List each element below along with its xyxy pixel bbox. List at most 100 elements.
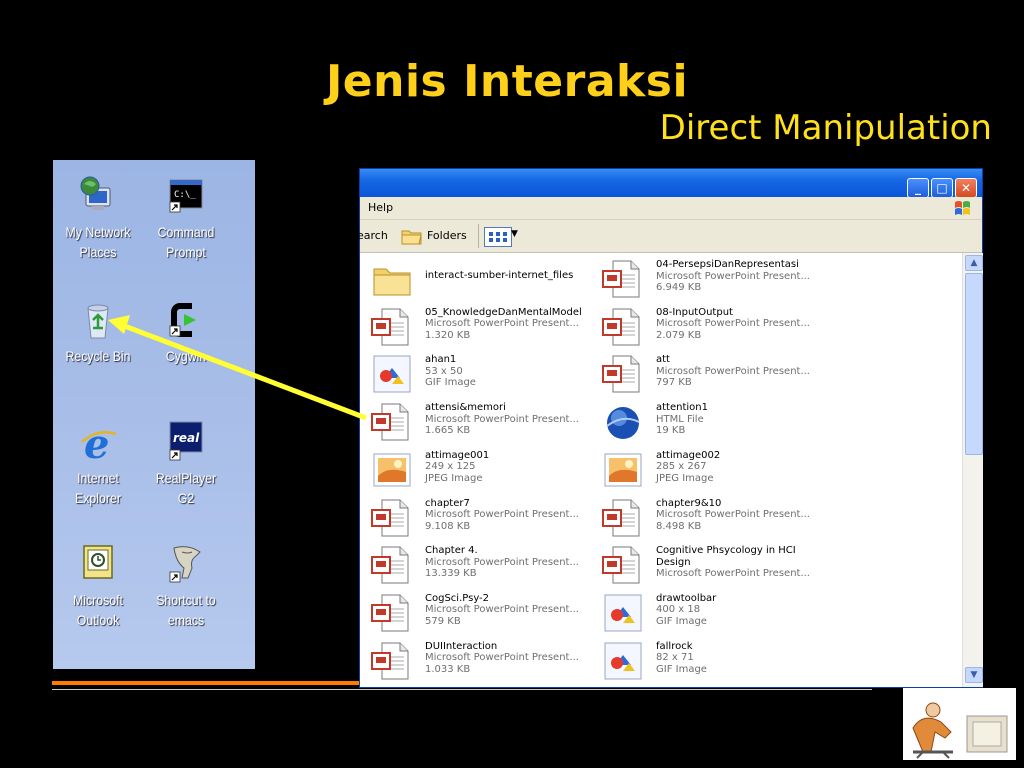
desktop-icon-recycle-bin[interactable]: Recycle Bin <box>53 298 143 366</box>
toolbar-separator <box>478 224 479 248</box>
file-text: att Microsoft PowerPoint Present... 797 KB <box>656 354 828 389</box>
file-name: 08-InputOutput <box>656 306 733 318</box>
file-name: Chapter 4. <box>425 545 478 557</box>
views-button[interactable] <box>484 227 512 247</box>
file-name: ahan1 <box>425 354 457 366</box>
file-item[interactable]: fallrock 82 x 71 GIF Image <box>591 638 816 684</box>
file-item[interactable]: Cognitive Phsycology in HCI Design Microso… <box>591 542 816 588</box>
file-text: 08-InputOutput Microsoft PowerPoint Prese… <box>656 307 828 342</box>
file-detail: 1.033 KB <box>425 663 471 675</box>
file-detail: Microsoft PowerPoint Present... <box>425 604 579 616</box>
gif-file-icon <box>601 593 645 633</box>
file-detail: Design <box>656 556 691 568</box>
ppt-file-icon <box>370 402 414 442</box>
file-item[interactable]: DUIInteraction Microsoft PowerPoint Prese… <box>360 638 585 684</box>
file-item[interactable]: attimage002 285 x 267 JPEG Image <box>591 447 816 493</box>
desktop-icon-outlook[interactable]: Microsoft Outlook <box>53 542 143 630</box>
vertical-scrollbar[interactable]: ▲ ▼ <box>962 253 983 687</box>
minimize-button[interactable]: _ <box>907 178 929 198</box>
desktop-icon-command-prompt[interactable]: C:\_ Command Prompt <box>141 174 231 262</box>
chevron-down-icon: ▼ <box>970 670 978 680</box>
menu-bar: Help <box>360 197 982 220</box>
command-prompt-icon: C:\_ <box>164 174 208 218</box>
chevron-down-icon[interactable]: ▼ <box>511 229 518 239</box>
file-detail: HTML File <box>656 413 704 425</box>
file-name: interact-sumber-internet_files <box>425 270 574 281</box>
file-item[interactable]: chapter9&10 Microsoft PowerPoint Present.… <box>591 495 816 541</box>
gif-file-icon <box>370 354 414 394</box>
file-detail: Microsoft PowerPoint Present... <box>656 270 810 282</box>
desktop-icon-network-places[interactable]: My Network Places <box>53 174 143 262</box>
file-item[interactable]: attention1 HTML File 19 KB <box>591 399 816 445</box>
file-text: interact-sumber-internet_files <box>425 270 597 282</box>
divider-thin-line <box>52 689 872 690</box>
file-item[interactable]: 08-InputOutput Microsoft PowerPoint Prese… <box>591 304 816 350</box>
file-item[interactable]: attimage001 249 x 125 JPEG Image <box>360 447 585 493</box>
cygwin-icon <box>164 298 208 342</box>
explorer-window[interactable]: _ □ ✕ Help earch Folders ▼ interact-sumb… <box>357 168 983 688</box>
scroll-up-button[interactable]: ▲ <box>965 255 983 271</box>
window-titlebar[interactable]: _ □ ✕ <box>360 169 982 198</box>
menu-help[interactable]: Help <box>368 201 393 214</box>
file-detail: 9.108 KB <box>425 520 471 532</box>
search-button[interactable]: earch <box>357 229 388 242</box>
file-name: att <box>656 354 670 366</box>
file-name: drawtoolbar <box>656 592 717 604</box>
file-item[interactable]: chapter7 Microsoft PowerPoint Present... 9… <box>360 495 585 541</box>
scroll-thumb[interactable] <box>965 273 983 455</box>
desktop-icon-label: Shortcut to emacs <box>156 592 216 628</box>
ppt-file-icon <box>370 498 414 538</box>
file-text: attimage001 249 x 125 JPEG Image <box>425 450 597 485</box>
close-icon: ✕ <box>960 181 972 195</box>
file-item[interactable]: drawtoolbar 400 x 18 GIF Image <box>591 590 816 636</box>
file-detail: 6.949 KB <box>656 282 702 293</box>
desktop-icon-emacs[interactable]: Shortcut to emacs <box>141 542 231 630</box>
close-button[interactable]: ✕ <box>955 178 977 198</box>
file-item[interactable]: CogSci.Psy-2 Microsoft PowerPoint Present… <box>360 590 585 636</box>
ppt-file-icon <box>601 498 645 538</box>
file-item[interactable]: Chapter 4. Microsoft PowerPoint Present..… <box>360 542 585 588</box>
svg-text:e: e <box>84 421 109 464</box>
file-item[interactable]: interact-sumber-internet_files <box>360 256 585 302</box>
file-name: fallrock <box>656 640 693 652</box>
scroll-down-button[interactable]: ▼ <box>965 667 983 683</box>
file-detail: 400 x 18 <box>656 604 701 616</box>
file-item[interactable]: 05_KnowledgeDanMentalModel Microsoft Powe… <box>360 304 585 350</box>
slide-title: Jenis Interaksi <box>325 56 689 107</box>
desktop-icon-cygwin[interactable]: Cygwin <box>141 298 231 366</box>
file-detail: Microsoft PowerPoint Present... <box>425 652 579 664</box>
real-glyph: real <box>173 431 200 445</box>
file-detail: 1.665 KB <box>425 425 471 437</box>
toolbar: earch Folders ▼ <box>357 220 982 253</box>
internet-explorer-icon: e <box>76 420 120 468</box>
decorative-picture <box>903 688 1016 760</box>
desktop-icon-realplayer[interactable]: real RealPlayer G2 <box>141 420 231 508</box>
file-detail: 249 x 125 <box>425 461 476 473</box>
file-item[interactable]: attensi&memori Microsoft PowerPoint Prese… <box>360 399 585 445</box>
file-text: DUIInteraction Microsoft PowerPoint Prese… <box>425 641 597 676</box>
file-detail: 82 x 71 <box>656 652 694 664</box>
ppt-file-icon <box>370 307 414 347</box>
desktop-icon-label: Recycle Bin <box>65 348 131 364</box>
gif-file-icon <box>601 641 645 681</box>
file-name: DUIInteraction <box>425 640 498 652</box>
file-detail: JPEG Image <box>656 472 714 484</box>
desktop-icon-internet-explorer[interactable]: e Internet Explorer <box>53 420 143 508</box>
folders-button[interactable]: Folders <box>427 229 467 242</box>
file-item[interactable]: att Microsoft PowerPoint Present... 797 KB <box>591 351 816 397</box>
file-detail: Microsoft PowerPoint Present... <box>656 318 810 330</box>
emacs-icon <box>164 542 208 586</box>
file-detail: GIF Image <box>425 377 476 389</box>
desktop-icon-label: Command Prompt <box>157 224 215 260</box>
file-detail: Microsoft PowerPoint Present... <box>656 568 810 580</box>
windows-logo-icon <box>955 201 970 215</box>
views-icon <box>489 232 507 242</box>
folders-icon[interactable] <box>400 225 424 247</box>
file-item[interactable]: ahan1 53 x 50 GIF Image <box>360 351 585 397</box>
file-text: attention1 HTML File 19 KB <box>656 402 828 437</box>
file-detail: Microsoft PowerPoint Present... <box>425 556 579 568</box>
file-item[interactable]: 04-PersepsiDanRepresentasi Microsoft Powe… <box>591 256 816 302</box>
maximize-button[interactable]: □ <box>931 178 953 198</box>
file-name: attensi&memori <box>425 402 506 414</box>
file-text: CogSci.Psy-2 Microsoft PowerPoint Present… <box>425 593 597 628</box>
